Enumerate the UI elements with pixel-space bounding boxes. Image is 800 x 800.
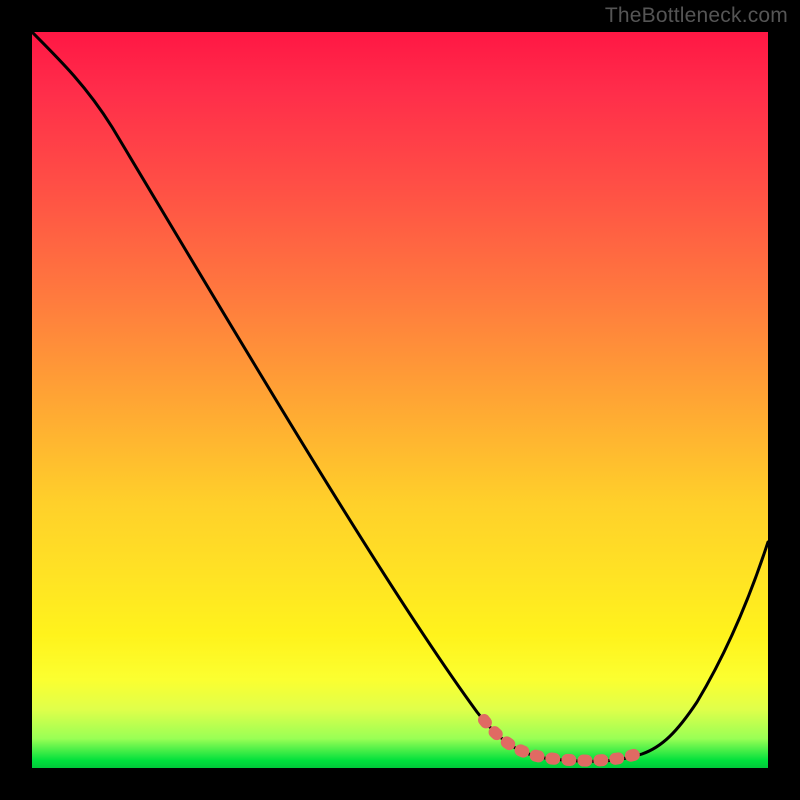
chart-frame: TheBottleneck.com	[0, 0, 800, 800]
bottleneck-curve-svg	[32, 32, 768, 768]
plot-area	[32, 32, 768, 768]
watermark-text: TheBottleneck.com	[605, 4, 788, 28]
bottleneck-curve	[32, 32, 768, 761]
valley-highlight	[484, 720, 637, 761]
